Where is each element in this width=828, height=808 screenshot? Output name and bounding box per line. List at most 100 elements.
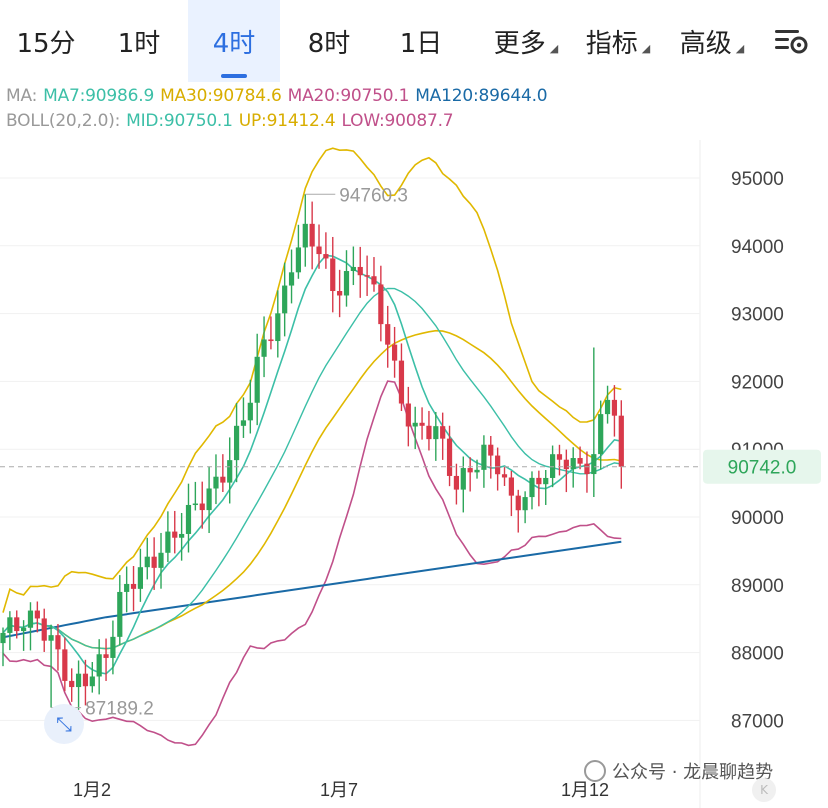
x-tick-label: 1月2 [73, 780, 111, 800]
candle-body [7, 617, 13, 633]
tab-8h[interactable]: 8时 [282, 0, 376, 82]
candle-body [27, 610, 34, 628]
candle-body [137, 567, 143, 589]
wechat-logo-icon [584, 760, 606, 782]
candle-body [522, 497, 528, 511]
candle-body [21, 627, 27, 632]
candle-body [330, 258, 336, 292]
candle-body [220, 476, 226, 483]
candle-body [172, 531, 178, 538]
boll-mid-value: MID:90750.1 [126, 111, 233, 131]
candle-body [440, 426, 446, 439]
y-tick-label: 87000 [731, 711, 784, 732]
candle-body [130, 583, 137, 589]
candle-body [453, 475, 460, 490]
candle-body [591, 454, 597, 475]
tab-label: 更多 [493, 28, 546, 59]
candle-body [495, 455, 501, 475]
tab-1d[interactable]: 1日 [376, 0, 466, 82]
ma120-line [2, 540, 622, 639]
tab-label: 8时 [307, 28, 351, 59]
tab-indicators[interactable]: 指标 ◢ [576, 0, 660, 82]
candle-body [460, 468, 466, 490]
candle-body [316, 246, 322, 255]
tab-15m[interactable]: 15分 [0, 0, 92, 82]
candle-body [611, 399, 618, 416]
ma120-value: MA120:89644.0 [415, 86, 548, 106]
candle-body [206, 488, 212, 511]
candle-body [323, 254, 329, 259]
tab-more[interactable]: 更多 ◢ [480, 0, 572, 82]
candle-body [446, 438, 453, 476]
boll-low-line [2, 380, 622, 747]
candle-body [508, 477, 514, 496]
candle-body [488, 444, 494, 456]
candle-body [426, 425, 432, 440]
candle-body [343, 271, 350, 296]
candle-body [144, 556, 150, 568]
expand-chart-button[interactable]: ⤡ [44, 704, 84, 744]
candle-body [192, 503, 198, 506]
candle-body [529, 477, 535, 498]
y-tick-label: 94000 [731, 237, 784, 258]
candle-body [14, 617, 20, 632]
candle-body [371, 276, 377, 285]
candle-body [570, 458, 576, 470]
tab-1h[interactable]: 1时 [92, 0, 186, 82]
dropdown-triangle-icon: ◢ [735, 41, 745, 55]
boll-low-value: LOW:90087.7 [341, 111, 454, 131]
candle-body [598, 414, 604, 455]
tab-4h[interactable]: 4时 [188, 0, 280, 82]
candle-body [467, 468, 473, 473]
candle-body [412, 422, 418, 427]
candle-body [295, 247, 302, 273]
low-price-label: 87189.2 [85, 699, 154, 720]
candle-body [103, 654, 109, 658]
ma-prefix: MA: [6, 86, 38, 106]
candle-body [536, 477, 542, 485]
y-tick-label: 88000 [731, 644, 784, 665]
dropdown-triangle-icon: ◢ [641, 41, 651, 55]
chart-settings-button[interactable] [760, 0, 824, 82]
dropdown-triangle-icon: ◢ [549, 41, 559, 55]
candle-body [254, 356, 260, 403]
boll-mid-line [2, 287, 622, 650]
k-badge-icon: K [752, 778, 776, 802]
candle-body [227, 460, 233, 483]
boll-legend: BOLL(20,2.0): MID:90750.1 UP:91412.4 LOW:90… [6, 111, 459, 131]
y-tick-label: 89000 [731, 576, 784, 597]
candle-body [337, 291, 343, 296]
candle-body [213, 476, 219, 489]
candle-body [419, 422, 425, 426]
ma30-value: MA30:90784.6 [160, 86, 282, 106]
tab-label: 1时 [117, 28, 161, 59]
candle-body [378, 284, 384, 325]
candle-body [110, 636, 116, 658]
tab-advanced[interactable]: 高级 ◢ [668, 0, 756, 82]
candlestick-chart[interactable]: 9500094000930009200091000900008900088000… [0, 140, 828, 808]
candle-body [96, 654, 102, 677]
candle-body [179, 533, 185, 538]
candle-body [584, 463, 590, 475]
tab-label: 高级 [679, 28, 732, 59]
candle-body [556, 454, 563, 460]
candle-body [302, 223, 308, 248]
candle-body [89, 676, 95, 687]
candle-body [433, 426, 439, 440]
candle-body [199, 503, 205, 511]
candle-body [288, 272, 295, 286]
ma7-value: MA7:90986.9 [43, 86, 155, 106]
candle-body [165, 531, 171, 553]
tab-label: 4时 [212, 28, 256, 59]
candle-body [75, 673, 82, 688]
candle-body [385, 324, 391, 345]
boll-prefix: BOLL(20,2.0): [6, 111, 121, 131]
candle-body [69, 680, 75, 688]
current-price-value: 90742.0 [728, 458, 797, 479]
expand-arrows-icon: ⤡ [56, 712, 72, 736]
watermark-text: 公众号 · 龙晨聊趋势 [612, 762, 774, 783]
candle-body [364, 275, 370, 277]
candle-body [550, 454, 556, 478]
candle-body [275, 313, 281, 342]
candle-body [151, 556, 157, 568]
